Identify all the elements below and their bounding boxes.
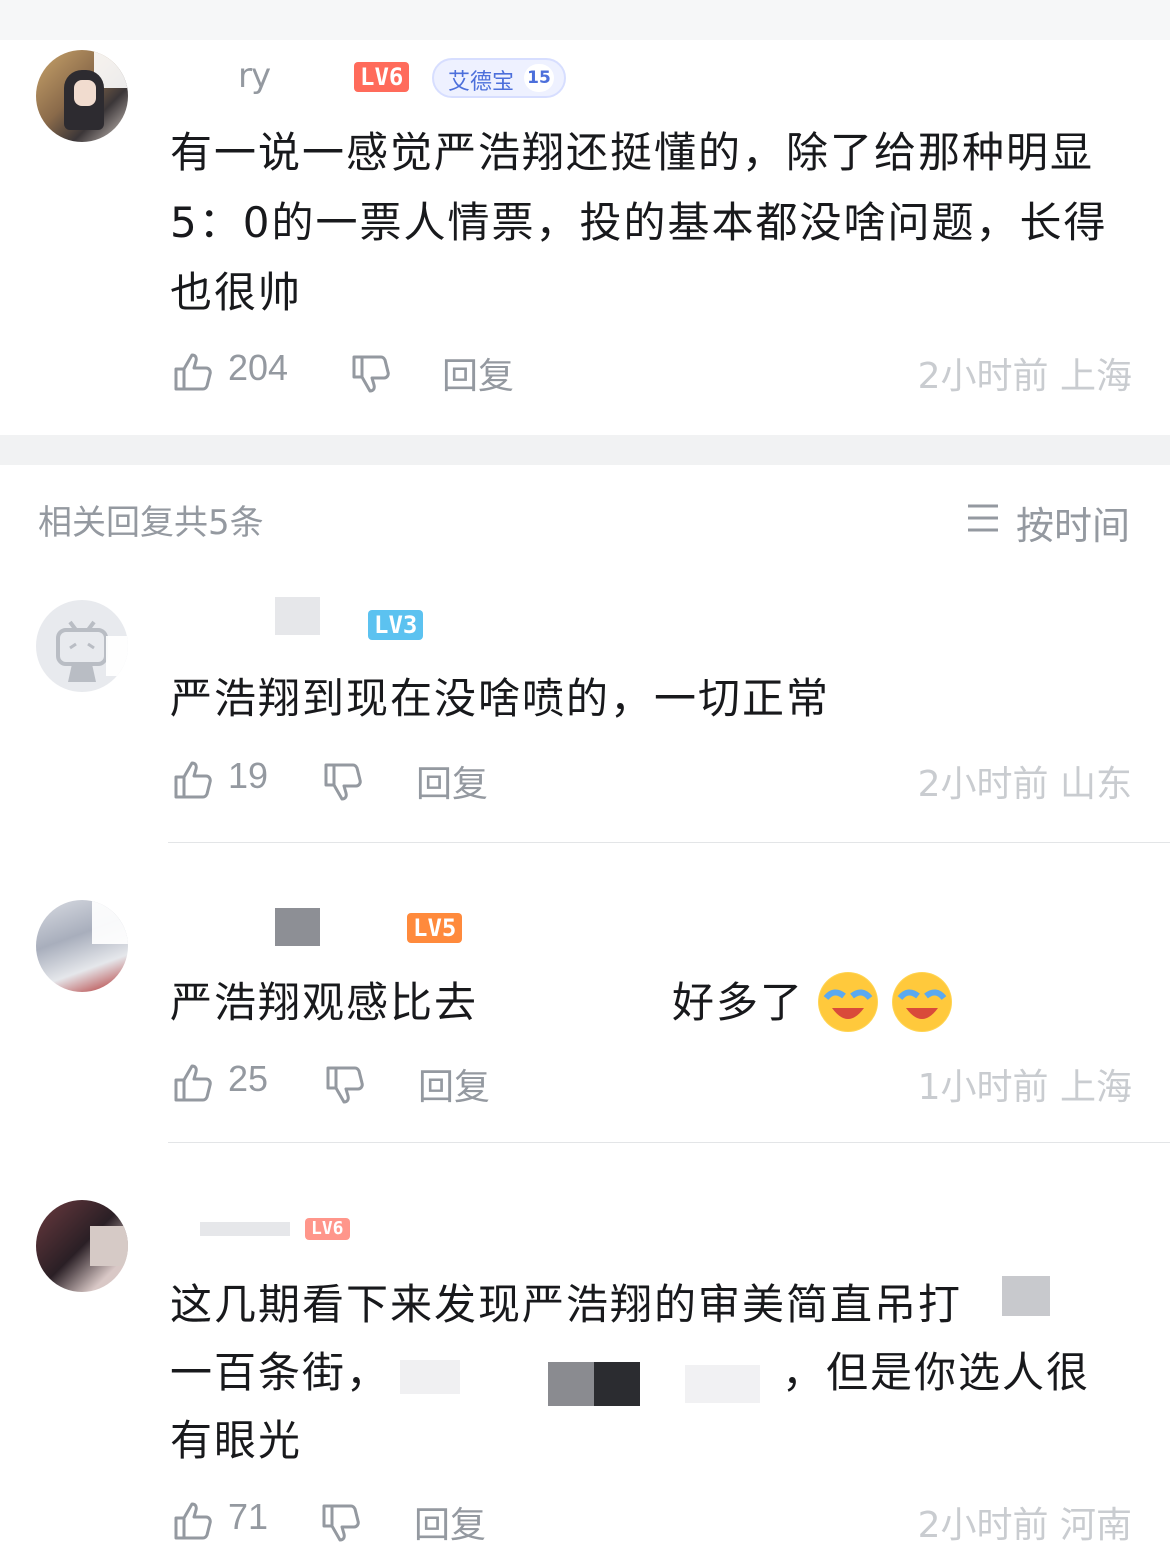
related-replies-count: 相关回复共5条 xyxy=(38,503,264,543)
avatar-mosaic xyxy=(94,50,128,88)
reply-1-reply-button[interactable]: 回复 xyxy=(416,755,488,807)
avatar-mosaic xyxy=(106,636,128,676)
username-blur xyxy=(275,908,320,946)
main-comment-time-location: 2小时前 上海 xyxy=(917,356,1132,397)
section-divider xyxy=(0,435,1170,465)
laughing-crying-emoji-icon xyxy=(892,972,952,1032)
reply-2-time-location: 1小时前 上海 xyxy=(917,1067,1132,1108)
sort-by-time-button[interactable]: 按时间 xyxy=(966,495,1132,548)
reply-2-actions: 25 回复 1小时前 上海 xyxy=(170,1056,1132,1108)
reply-3-avatar[interactable] xyxy=(36,1200,128,1292)
thumbs-down-icon[interactable] xyxy=(348,353,392,397)
main-comment-actions: 204 回复 2小时前 上海 xyxy=(170,345,1132,397)
reply-2-avatar[interactable] xyxy=(36,900,128,992)
text-blur xyxy=(594,1362,640,1406)
text-blur xyxy=(1002,1276,1050,1316)
reply-2-level-badge: LV5 xyxy=(407,913,463,943)
thumbs-up-icon[interactable] xyxy=(170,1060,214,1104)
reply-3-level-badge: LV6 xyxy=(305,1218,350,1240)
reply-1-time-location: 2小时前 山东 xyxy=(917,764,1132,805)
username-blur xyxy=(200,1222,290,1236)
main-comment-username[interactable]: ry xyxy=(238,56,271,96)
avatar-mosaic xyxy=(90,1226,128,1266)
sort-label: 按时间 xyxy=(1016,504,1131,548)
reply-1-level-badge: LV3 xyxy=(368,610,424,640)
thumbs-up-icon[interactable] xyxy=(170,1498,214,1542)
thumbs-down-icon[interactable] xyxy=(322,1064,366,1108)
reply-2-like-count: 25 xyxy=(228,1058,269,1099)
reply-2-reply-button[interactable]: 回复 xyxy=(418,1058,490,1110)
main-comment-level-badge: LV6 xyxy=(354,62,410,92)
text-blur xyxy=(400,1360,460,1394)
reply-3-text-line-3: 有眼光 xyxy=(170,1416,303,1465)
main-comment-text: 有一说一感觉严浩翔还挺懂的，除了给那种明显5：0的一票人情票，投的基本都没啥问题… xyxy=(170,128,1108,317)
reply-divider xyxy=(168,842,1170,843)
reply-2-text-part-2: 好多了 xyxy=(672,978,805,1027)
main-comment-like-count: 204 xyxy=(228,347,289,388)
text-blur xyxy=(548,1362,594,1406)
reply-3-time-location: 2小时前 河南 xyxy=(917,1505,1132,1546)
main-comment-avatar[interactable] xyxy=(36,50,128,142)
thumbs-up-icon[interactable] xyxy=(170,757,214,801)
fan-medal[interactable]: 艾德宝 15 xyxy=(432,58,566,98)
main-comment-reply-button[interactable]: 回复 xyxy=(442,347,514,399)
avatar-mosaic xyxy=(92,900,128,944)
reply-1-actions: 19 回复 2小时前 山东 xyxy=(170,753,1132,805)
reply-1-avatar[interactable] xyxy=(36,600,128,692)
fan-medal-level: 15 xyxy=(524,64,554,92)
reply-3-text-line-2-part-2: ，但是你选人很 xyxy=(782,1348,1091,1397)
list-icon xyxy=(968,504,998,532)
thumbs-down-icon[interactable] xyxy=(320,761,364,805)
thumbs-down-icon[interactable] xyxy=(318,1502,362,1546)
fan-medal-name: 艾德宝 xyxy=(448,69,515,94)
reply-3-actions: 71 回复 2小时前 河南 xyxy=(170,1494,1132,1546)
reply-3-reply-button[interactable]: 回复 xyxy=(414,1496,486,1548)
top-strip xyxy=(0,0,1170,40)
reply-3-like-count: 71 xyxy=(228,1496,269,1537)
thumbs-up-icon[interactable] xyxy=(170,349,214,393)
reply-2-text-part-1: 严浩翔观感比去 xyxy=(170,978,479,1027)
text-blur xyxy=(505,978,675,1026)
reply-1-text: 严浩翔到现在没啥喷的，一切正常 xyxy=(170,674,831,723)
text-blur xyxy=(685,1365,760,1403)
reply-3-text-line-1: 这几期看下来发现严浩翔的审美简直吊打 xyxy=(170,1280,963,1329)
reply-3-text-line-2-part-1: 一百条街， xyxy=(170,1348,391,1397)
reply-1-like-count: 19 xyxy=(228,755,269,796)
username-blur xyxy=(275,597,320,635)
reply-divider xyxy=(168,1142,1170,1143)
laughing-crying-emoji-icon xyxy=(818,972,878,1032)
